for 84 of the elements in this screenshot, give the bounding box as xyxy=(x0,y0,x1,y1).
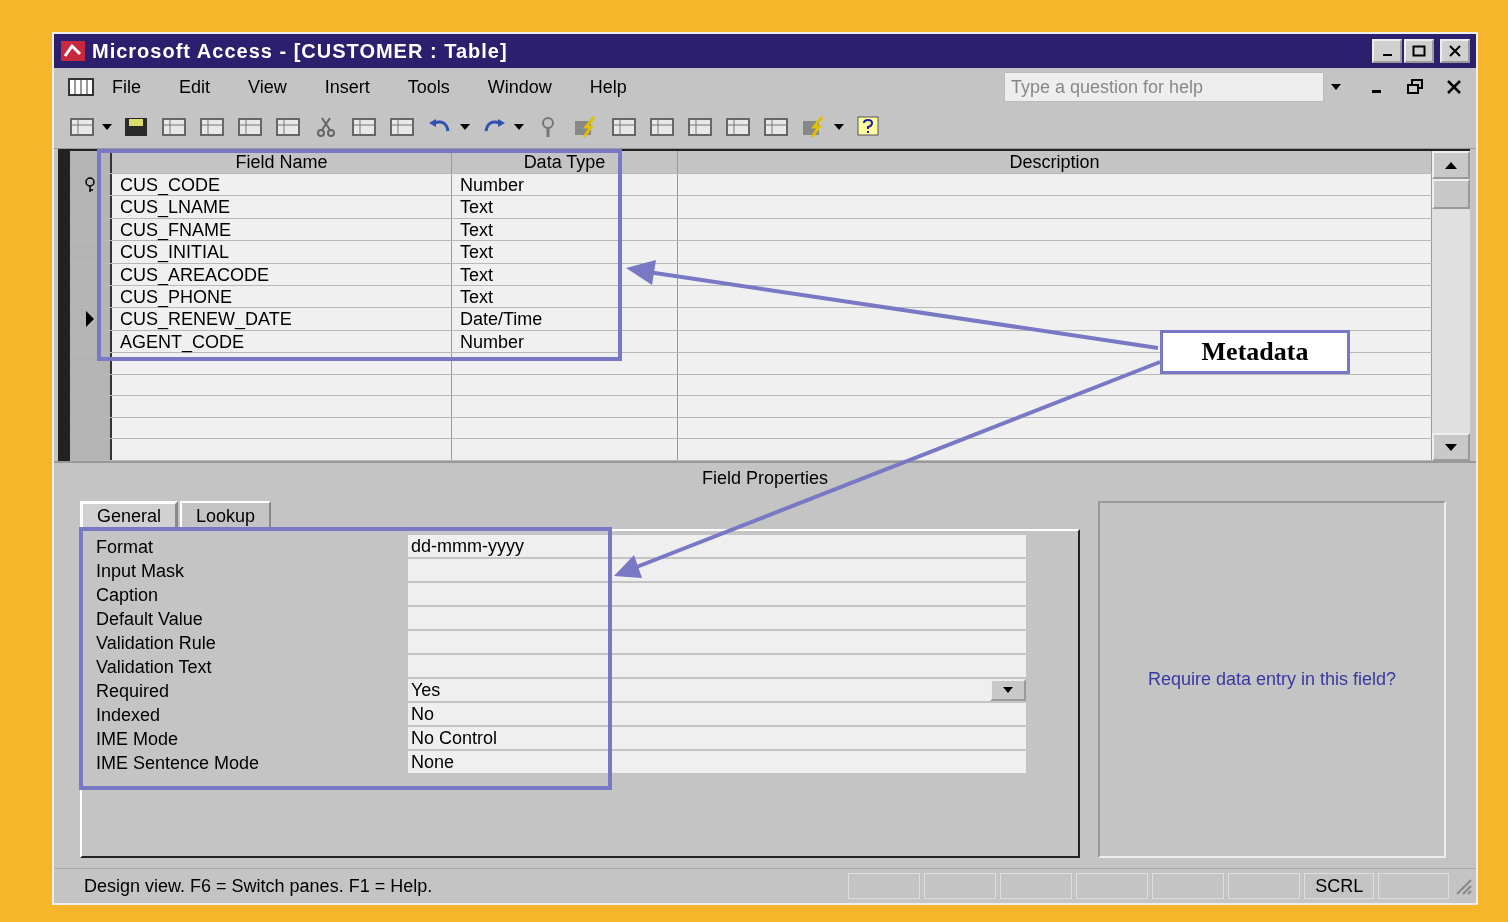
menu-item[interactable]: Edit xyxy=(179,76,211,98)
menu-item[interactable]: View xyxy=(248,76,287,98)
caret-icon[interactable] xyxy=(834,124,844,130)
row-selector[interactable] xyxy=(70,241,112,263)
row-selector[interactable] xyxy=(70,439,112,461)
minimize-button[interactable] xyxy=(1372,39,1402,63)
table-cell[interactable]: CUS_CODE xyxy=(112,174,452,196)
property-label: IME Sentence Mode xyxy=(96,752,261,774)
scroll-thumb[interactable] xyxy=(1432,179,1470,209)
table-cell[interactable]: CUS_RENEW_DATE xyxy=(112,308,452,330)
caret-icon xyxy=(1331,84,1341,90)
table-icon[interactable] xyxy=(68,77,94,97)
restore-icon[interactable] xyxy=(1406,79,1424,95)
close-icon xyxy=(1448,45,1462,57)
table-cell[interactable]: Date/Time xyxy=(452,308,678,330)
property-field[interactable] xyxy=(408,559,1026,583)
property-label: IME Mode xyxy=(96,728,180,750)
row-selector[interactable] xyxy=(70,353,112,374)
table-cell[interactable]: CUS_LNAME xyxy=(112,196,452,218)
property-label: Validation Rule xyxy=(96,632,217,654)
table-cell[interactable]: Number xyxy=(452,174,678,196)
menu-item[interactable]: Insert xyxy=(324,76,370,98)
table-view-icon[interactable] xyxy=(68,115,96,139)
maximize-button[interactable] xyxy=(1404,39,1434,63)
property-field[interactable]: No xyxy=(408,703,1026,727)
close-button[interactable] xyxy=(1440,39,1470,63)
caret-icon[interactable] xyxy=(514,124,524,130)
caret-icon xyxy=(1003,687,1013,693)
property-field[interactable]: Yes xyxy=(408,679,1026,703)
property-label: Format xyxy=(96,536,154,558)
property-field[interactable] xyxy=(408,631,1026,655)
property-field[interactable] xyxy=(408,583,1026,607)
property-field[interactable] xyxy=(408,655,1026,679)
property-field[interactable]: dd-mmm-yyyy xyxy=(408,535,1026,559)
caret-icon[interactable] xyxy=(102,124,112,130)
property-label: Required xyxy=(96,680,171,702)
property-label: Default Value xyxy=(96,608,204,630)
property-label: Input Mask xyxy=(96,560,186,582)
current-row-icon xyxy=(85,311,95,328)
menu-item[interactable]: Tools xyxy=(407,76,450,98)
menu-item[interactable]: Help xyxy=(589,76,627,98)
table-cell[interactable]: Text xyxy=(452,286,678,308)
scroll-bar[interactable] xyxy=(1432,151,1470,461)
row-selector[interactable] xyxy=(70,286,112,308)
property-field[interactable]: None xyxy=(408,751,1026,775)
property-label: Caption xyxy=(96,584,160,606)
window-title: Microsoft Access - [CUSTOMER : Table] xyxy=(92,39,509,63)
menu-item[interactable]: Window xyxy=(487,76,552,98)
annotation-callout: Metadata xyxy=(1160,330,1350,374)
save-icon[interactable] xyxy=(122,115,150,139)
table-cell[interactable]: Number xyxy=(452,330,678,353)
status-indicator: SCRL xyxy=(1304,873,1375,899)
tab[interactable]: General xyxy=(80,501,179,529)
section-title: Field Properties xyxy=(54,461,1476,493)
row-selector[interactable] xyxy=(70,196,112,218)
scroll-up-icon xyxy=(1445,161,1457,169)
menu-item[interactable]: File xyxy=(112,76,141,98)
table-cell[interactable]: Text xyxy=(452,218,678,241)
help-icon[interactable] xyxy=(854,115,882,139)
property-field[interactable]: No Control xyxy=(408,727,1026,751)
help-search-field[interactable]: Type a question for help xyxy=(1004,72,1324,102)
table-cell[interactable]: CUS_INITIAL xyxy=(112,241,452,263)
property-field[interactable] xyxy=(408,607,1026,631)
row-selector[interactable] xyxy=(70,417,112,439)
row-selector[interactable] xyxy=(70,374,112,396)
help-text: Require data entry in this field? xyxy=(1147,669,1397,690)
caret-icon[interactable] xyxy=(460,124,470,130)
table-cell[interactable]: CUS_PHONE xyxy=(112,286,452,308)
row-selector[interactable] xyxy=(70,308,112,330)
close-icon[interactable] xyxy=(1446,79,1462,95)
table-cell[interactable]: AGENT_CODE xyxy=(112,330,452,353)
status-message: Design view. F6 = Switch panes. F1 = Help. xyxy=(84,875,434,897)
minimize-icon xyxy=(1382,54,1392,56)
table-cell[interactable]: CUS_AREACODE xyxy=(112,263,452,286)
table-cell[interactable]: CUS_FNAME xyxy=(112,218,452,241)
property-label: Indexed xyxy=(96,704,162,726)
row-selector[interactable] xyxy=(70,396,112,417)
tab[interactable]: Lookup xyxy=(180,501,272,529)
maximize-icon xyxy=(1412,45,1426,57)
status-pane xyxy=(1378,873,1449,899)
table-cell[interactable]: Text xyxy=(452,196,678,218)
row-selector[interactable] xyxy=(70,174,112,196)
property-label: Validation Text xyxy=(96,656,213,678)
scroll-down-icon xyxy=(1445,443,1457,451)
